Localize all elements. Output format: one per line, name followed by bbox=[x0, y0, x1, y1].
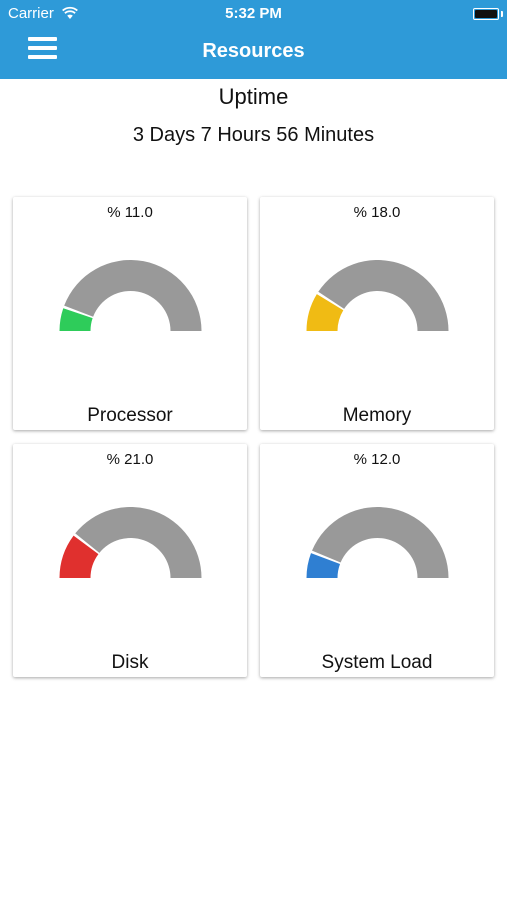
gauge-card-processor: % 11.0 Processor bbox=[13, 197, 247, 430]
gauge-label: Disk bbox=[111, 652, 149, 673]
disk-gauge bbox=[59, 507, 202, 578]
gauge-track bbox=[75, 507, 202, 578]
gauge-label: Processor bbox=[87, 405, 173, 426]
gauge-percent: % 21.0 bbox=[106, 451, 154, 468]
system-load-gauge bbox=[306, 507, 449, 578]
status-time: 5:32 PM bbox=[225, 5, 282, 22]
gauge-percent: % 11.0 bbox=[107, 204, 153, 221]
app-header: Carrier 5:32 PM Resources bbox=[0, 0, 507, 79]
gauge-card-memory: % 18.0 Memory bbox=[260, 197, 494, 430]
gauge-label: System Load bbox=[321, 652, 433, 673]
gauge-percent: % 18.0 bbox=[353, 204, 401, 221]
status-bar: Carrier 5:32 PM bbox=[0, 0, 507, 28]
battery-tip bbox=[501, 11, 503, 17]
processor-gauge bbox=[59, 260, 202, 331]
page-title: Resources bbox=[202, 40, 305, 62]
uptime-value: 3 Days 7 Hours 56 Minutes bbox=[132, 124, 375, 146]
gauge-card-disk: % 21.0 Disk bbox=[13, 444, 247, 677]
uptime-title: Uptime bbox=[218, 84, 289, 109]
gauge-label: Memory bbox=[342, 405, 412, 426]
battery-icon bbox=[473, 8, 499, 20]
gauge-card-system-load: % 12.0 System Load bbox=[260, 444, 494, 677]
gauge-percent: % 12.0 bbox=[353, 451, 401, 468]
memory-gauge bbox=[306, 260, 449, 331]
